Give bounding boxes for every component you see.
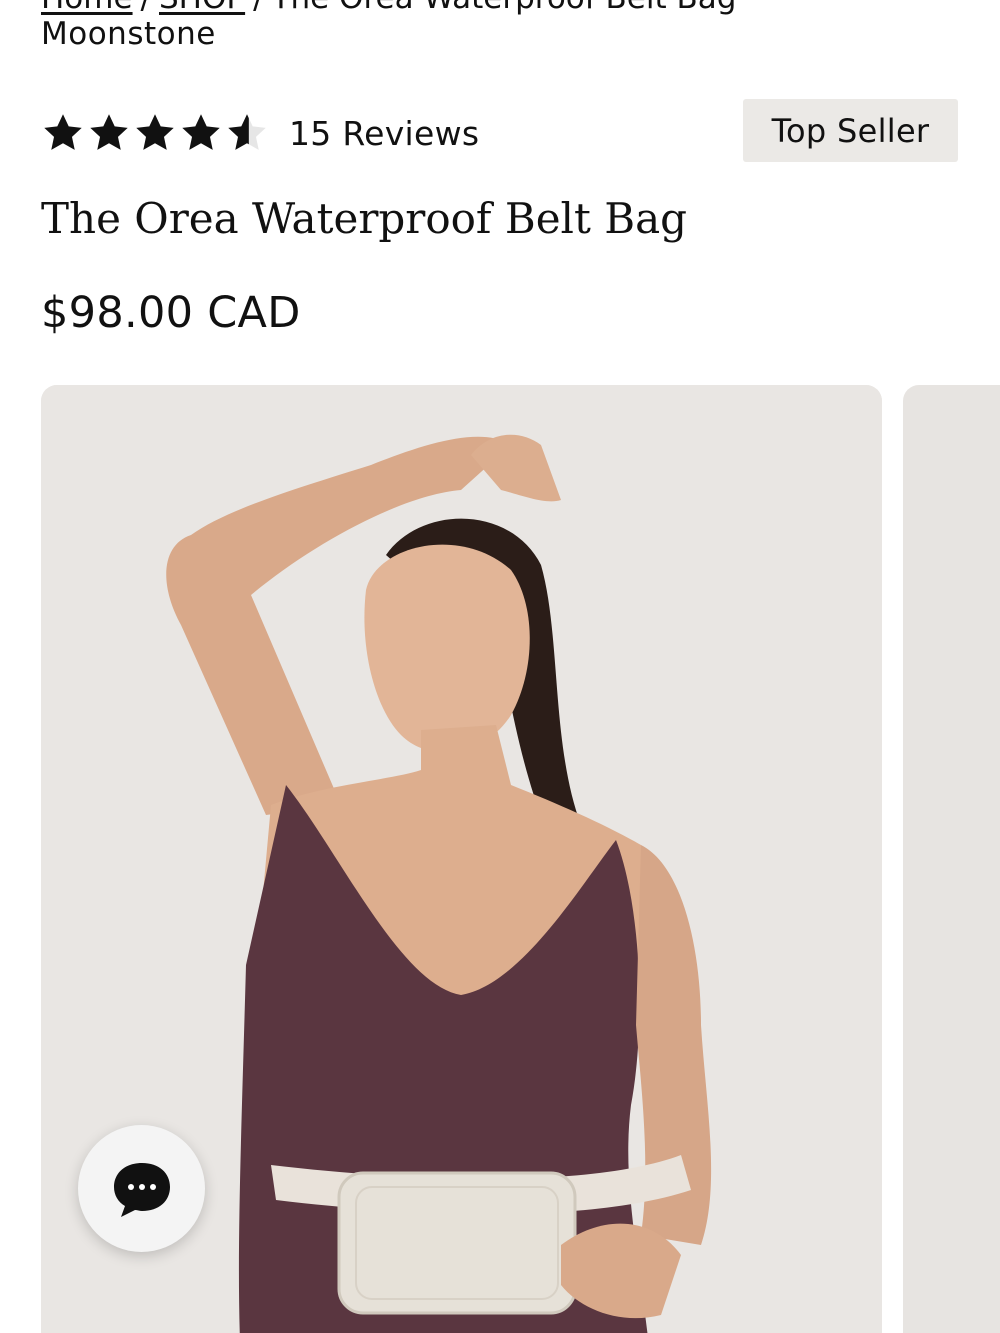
product-price: $98.00 CAD — [41, 288, 301, 338]
star-half-icon — [228, 114, 266, 150]
star-full-icon — [44, 114, 82, 150]
product-title: The Orea Waterproof Belt Bag — [41, 194, 687, 243]
star-full-icon — [182, 114, 220, 150]
star-full-icon — [90, 114, 128, 150]
rating-row: 15 Reviews — [41, 108, 479, 158]
product-page: Home/SHOP/The Orea Waterproof Belt Bag M… — [0, 0, 1000, 1333]
top-seller-badge: Top Seller — [743, 99, 958, 162]
chat-bubble-icon — [113, 1162, 170, 1217]
product-image-next[interactable] — [903, 385, 1000, 1333]
star-rating[interactable] — [41, 111, 269, 155]
breadcrumb-separator: / — [253, 0, 263, 16]
breadcrumb-current: The Orea Waterproof Belt Bag — [272, 0, 737, 16]
chat-launcher-button[interactable] — [78, 1125, 205, 1252]
breadcrumb-current-variant: Moonstone — [41, 16, 216, 52]
star-full-icon — [136, 114, 174, 150]
reviews-count-link[interactable]: 15 Reviews — [289, 114, 479, 153]
